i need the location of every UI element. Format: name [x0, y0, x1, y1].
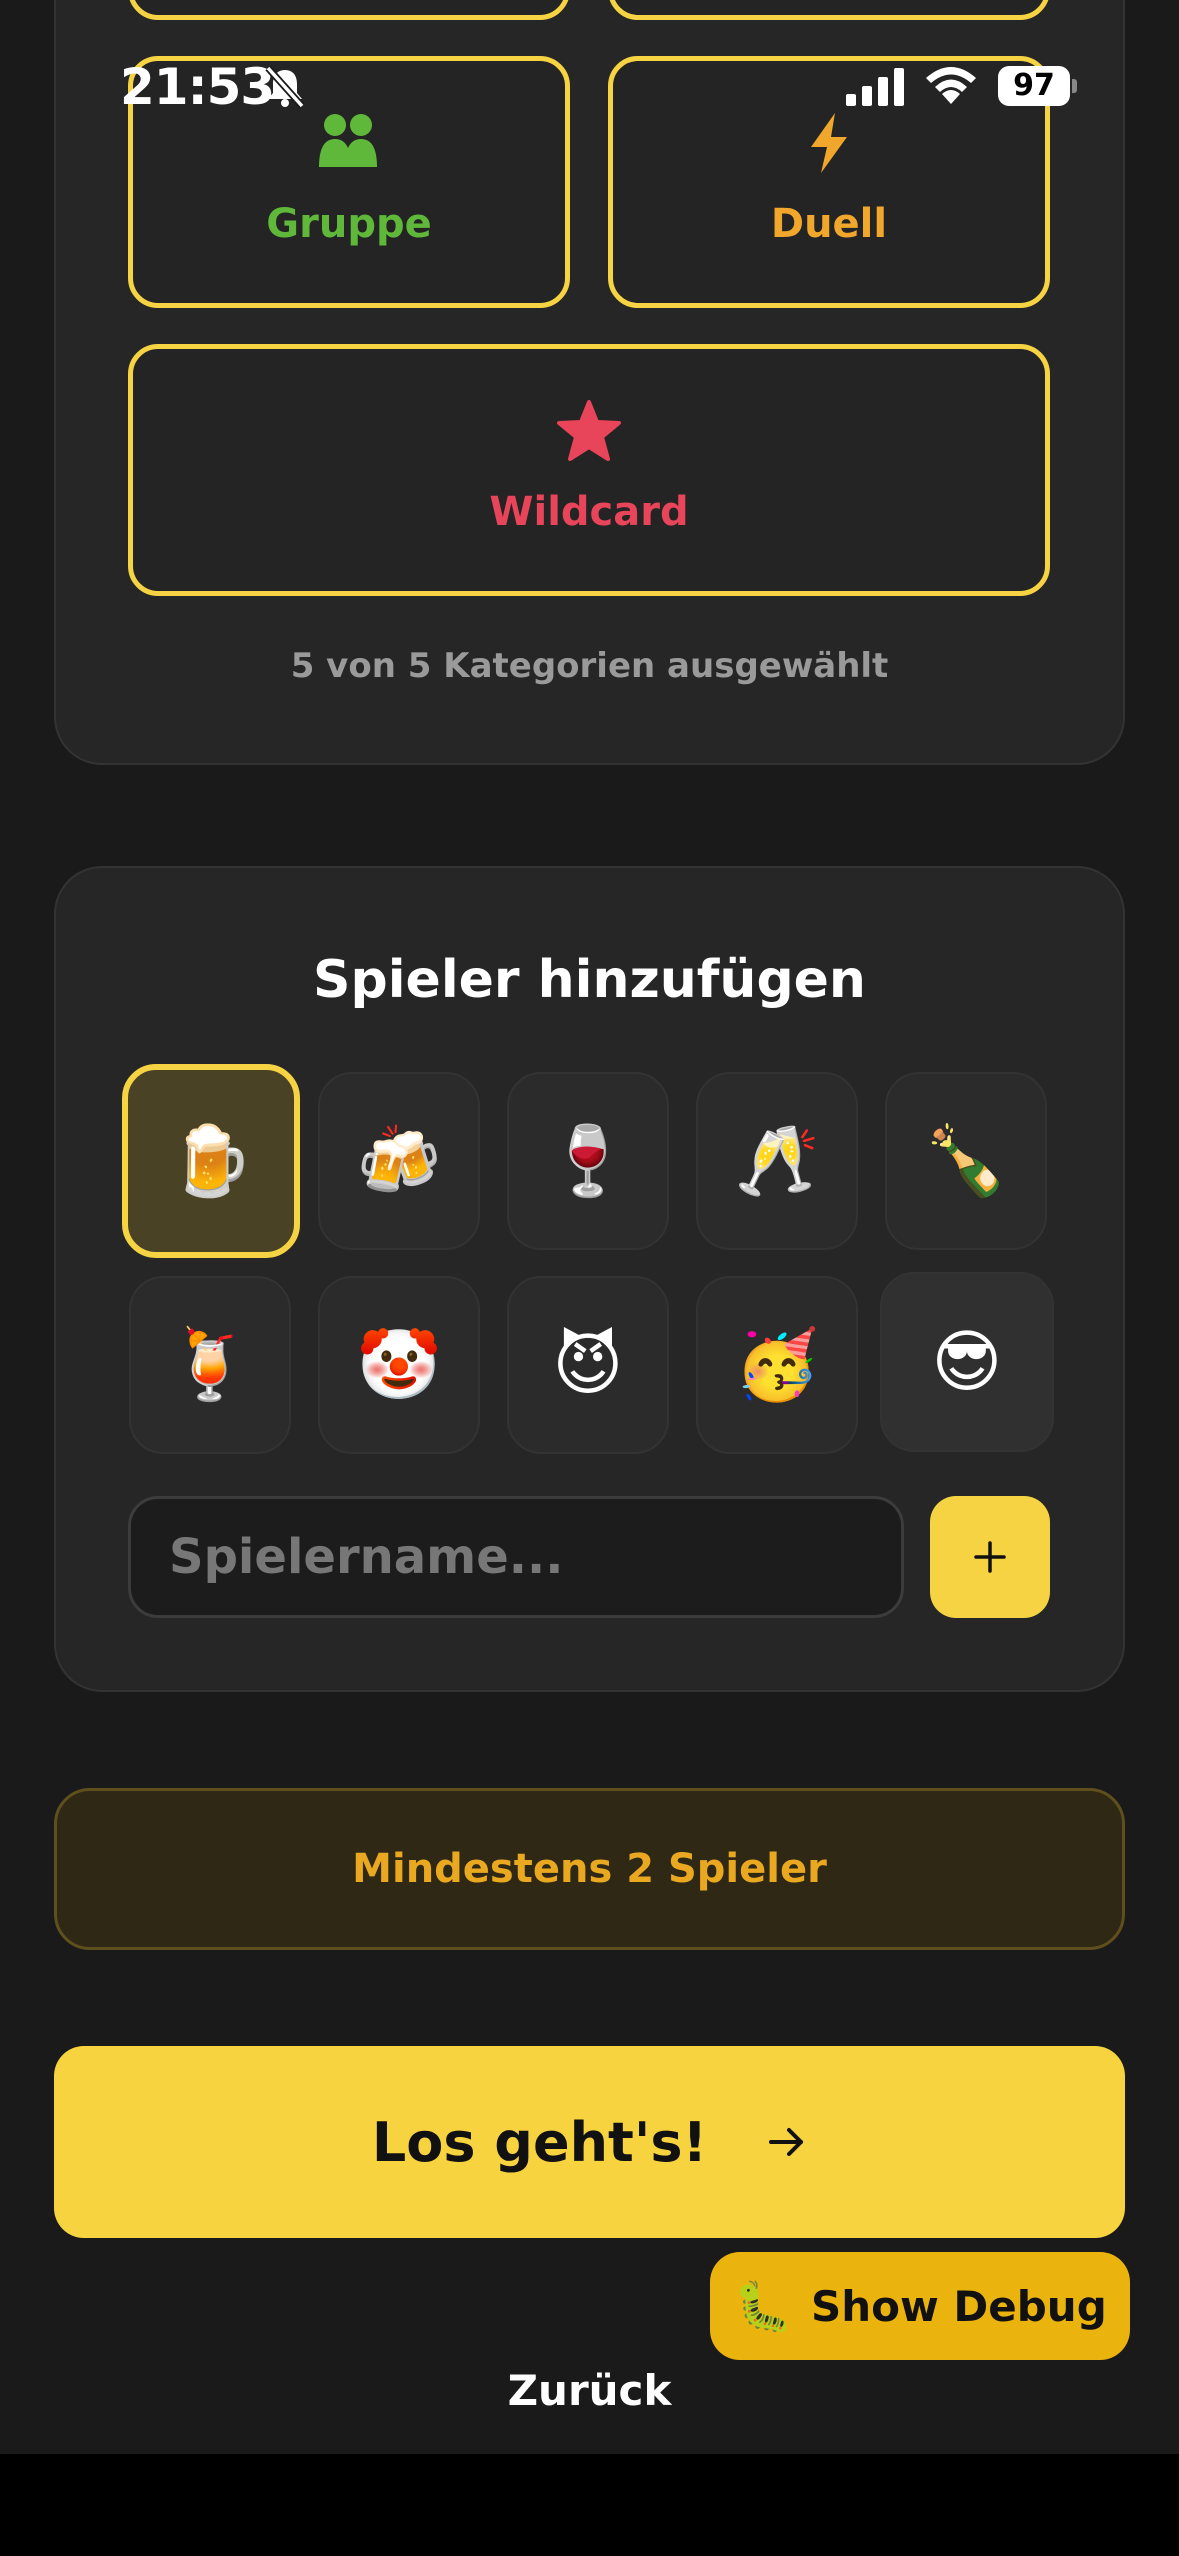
- avatar-option-wine[interactable]: 🍷: [507, 1072, 669, 1250]
- bottom-bar: [0, 2454, 1179, 2556]
- battery-level: 97: [998, 66, 1070, 106]
- avatar-option-beers[interactable]: 🍻: [318, 1072, 480, 1250]
- avatar-option-cocktail[interactable]: 🍹: [129, 1276, 291, 1454]
- category-label-wildcard: Wildcard: [489, 489, 689, 535]
- start-game-label: Los geht's!: [371, 2110, 708, 2174]
- category-label-gruppe: Gruppe: [266, 201, 432, 247]
- wifi-icon: [926, 67, 976, 104]
- players-title: Spieler hinzufügen: [313, 950, 866, 1010]
- avatar-option-champagne-glasses[interactable]: 🥂: [696, 1072, 858, 1250]
- avatar-option-clown[interactable]: 🤡: [318, 1276, 480, 1454]
- cellular-signal-icon: [846, 68, 904, 106]
- battery-indicator: 97: [998, 66, 1077, 106]
- avatar-option-beer[interactable]: 🍺: [122, 1064, 300, 1258]
- player-name-input[interactable]: [128, 1496, 904, 1618]
- start-game-button[interactable]: Los geht's!: [54, 2046, 1125, 2238]
- category-card-partial-right[interactable]: [608, 0, 1050, 20]
- plus-icon: [974, 1541, 1006, 1573]
- bell-muted-icon: [265, 65, 305, 109]
- avatar-option-party-face[interactable]: 🥳: [696, 1276, 858, 1454]
- min-players-warning-text: Mindestens 2 Spieler: [352, 1846, 827, 1892]
- category-card-duell[interactable]: Duell: [608, 56, 1050, 308]
- arrow-right-icon: [769, 2128, 804, 2156]
- lightning-icon: [811, 113, 847, 173]
- avatar-option-sunglasses[interactable]: 😎: [880, 1272, 1054, 1452]
- category-card-partial-left[interactable]: [128, 0, 570, 20]
- add-player-button[interactable]: [930, 1496, 1050, 1618]
- status-time: 21:53: [120, 58, 275, 116]
- group-icon: [319, 114, 377, 167]
- avatar-option-champagne-bottle[interactable]: 🍾: [885, 1072, 1047, 1250]
- show-debug-label: Show Debug: [810, 2281, 1107, 2331]
- category-label-duell: Duell: [770, 201, 888, 247]
- min-players-warning: Mindestens 2 Spieler: [54, 1788, 1125, 1950]
- back-link[interactable]: Zurück: [0, 2366, 1179, 2415]
- category-count-text: 5 von 5 Kategorien ausgewählt: [290, 646, 889, 686]
- bug-icon: 🐛: [733, 2278, 793, 2335]
- star-icon: [557, 400, 621, 461]
- category-card-wildcard[interactable]: Wildcard: [128, 344, 1050, 596]
- show-debug-button[interactable]: 🐛 Show Debug: [710, 2252, 1130, 2360]
- avatar-option-devil[interactable]: 😈: [507, 1276, 669, 1454]
